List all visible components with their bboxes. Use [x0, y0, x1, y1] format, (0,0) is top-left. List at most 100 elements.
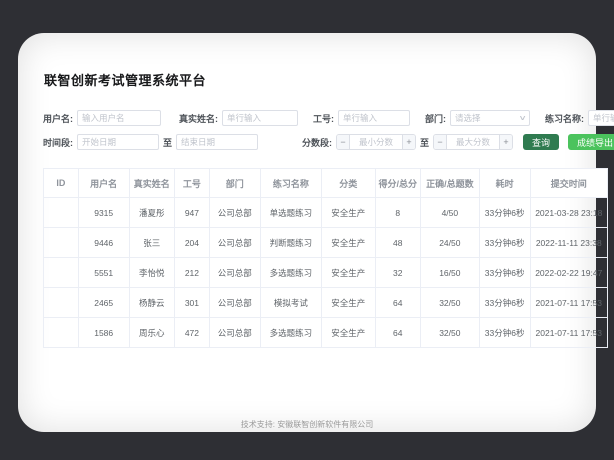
score-to-text: 至 — [420, 136, 429, 149]
table-cell: 判断题练习 — [260, 228, 321, 258]
chevron-down-icon: ∨ — [518, 114, 526, 122]
header-row: ID用户名真实姓名工号部门练习名称分类得分/总分正确/总题数耗时提交时间 — [44, 169, 608, 198]
column-header: 用户名 — [78, 169, 129, 198]
realname-label: 真实姓名: — [179, 112, 218, 125]
minus-icon[interactable]: − — [337, 135, 350, 149]
exercise-name-input[interactable] — [588, 110, 614, 126]
min-score-input[interactable] — [350, 135, 402, 149]
table-cell: 32 — [375, 258, 420, 288]
table-cell: 公司总部 — [209, 318, 260, 348]
date-to-text: 至 — [163, 136, 172, 149]
table-cell: 5551 — [78, 258, 129, 288]
table-cell: 8 — [375, 198, 420, 228]
exercise-name-label: 练习名称: — [545, 112, 584, 125]
department-select[interactable]: 请选择 ∨ — [450, 110, 530, 126]
table-cell: 33分钟6秒 — [479, 228, 530, 258]
column-header: 部门 — [209, 169, 260, 198]
table-cell: 公司总部 — [209, 228, 260, 258]
table-cell — [44, 288, 79, 318]
column-header: 工号 — [175, 169, 210, 198]
table-cell: 安全生产 — [322, 288, 375, 318]
table-cell — [44, 198, 79, 228]
filter-row-1: 用户名: 真实姓名: 工号: 部门: 请选择 ∨ 练习名称: — [43, 110, 591, 126]
username-label: 用户名: — [43, 112, 73, 125]
worknumber-field-group: 工号: — [313, 110, 410, 126]
table-cell: 2021-07-11 17:53 — [530, 288, 607, 318]
filter-row-2: 时间段: 至 分数段: − + 至 − + 查询 成绩 — [43, 134, 591, 150]
table-cell: 杨静云 — [129, 288, 174, 318]
table-cell: 204 — [175, 228, 210, 258]
table-cell: 32/50 — [420, 318, 479, 348]
table-row: 9446张三204公司总部判断题练习安全生产4824/5033分钟6秒2022-… — [44, 228, 608, 258]
worknumber-label: 工号: — [313, 112, 334, 125]
column-header: 正确/总题数 — [420, 169, 479, 198]
page-title: 联智创新考试管理系统平台 — [44, 70, 206, 89]
search-button[interactable]: 查询 — [523, 134, 559, 150]
table-cell: 张三 — [129, 228, 174, 258]
column-header: 得分/总分 — [375, 169, 420, 198]
export-results-button[interactable]: 成绩导出 — [568, 134, 614, 150]
column-header: 耗时 — [479, 169, 530, 198]
table-cell: 安全生产 — [322, 318, 375, 348]
department-select-placeholder: 请选择 — [455, 112, 481, 124]
max-score-input[interactable] — [447, 135, 499, 149]
max-score-stepper: − + — [433, 134, 513, 150]
column-header: ID — [44, 169, 79, 198]
username-input[interactable] — [77, 110, 161, 126]
worknumber-input[interactable] — [338, 110, 410, 126]
table-cell: 公司总部 — [209, 288, 260, 318]
table-cell: 2022-11-11 23:38 — [530, 228, 607, 258]
username-field-group: 用户名: — [43, 110, 161, 126]
table-cell: 64 — [375, 288, 420, 318]
table-cell: 33分钟6秒 — [479, 288, 530, 318]
table-cell: 安全生产 — [322, 228, 375, 258]
results-table-head: ID用户名真实姓名工号部门练习名称分类得分/总分正确/总题数耗时提交时间 — [44, 169, 608, 198]
department-label: 部门: — [425, 112, 446, 125]
end-date-input[interactable] — [176, 134, 258, 150]
table-cell — [44, 318, 79, 348]
main-card: 联智创新考试管理系统平台 用户名: 真实姓名: 工号: 部门: 请选择 ∨ — [18, 33, 596, 432]
score-range-label: 分数段: — [302, 136, 332, 149]
table-cell: 212 — [175, 258, 210, 288]
table-cell: 安全生产 — [322, 198, 375, 228]
start-date-input[interactable] — [77, 134, 159, 150]
table-cell — [44, 258, 79, 288]
time-range-field-group: 时间段: 至 — [43, 134, 258, 150]
table-row: 9315潘夏彤947公司总部单选题练习安全生产84/5033分钟6秒2021-0… — [44, 198, 608, 228]
score-range-field-group: 分数段: − + 至 − + — [302, 134, 513, 150]
column-header: 练习名称 — [260, 169, 321, 198]
table-cell: 模拟考试 — [260, 288, 321, 318]
table-cell: 33分钟6秒 — [479, 198, 530, 228]
table-cell: 1586 — [78, 318, 129, 348]
table-cell: 4/50 — [420, 198, 479, 228]
table-cell: 安全生产 — [322, 258, 375, 288]
table-cell: 472 — [175, 318, 210, 348]
table-cell: 周乐心 — [129, 318, 174, 348]
table-cell: 2465 — [78, 288, 129, 318]
plus-icon[interactable]: + — [402, 135, 415, 149]
table-cell: 多选题练习 — [260, 258, 321, 288]
table-cell: 单选题练习 — [260, 198, 321, 228]
min-score-stepper: − + — [336, 134, 416, 150]
plus-icon[interactable]: + — [499, 135, 512, 149]
realname-field-group: 真实姓名: — [179, 110, 298, 126]
table-cell: 32/50 — [420, 288, 479, 318]
minus-icon[interactable]: − — [434, 135, 447, 149]
table-cell: 48 — [375, 228, 420, 258]
table-cell: 公司总部 — [209, 258, 260, 288]
table-cell: 24/50 — [420, 228, 479, 258]
table-cell: 9315 — [78, 198, 129, 228]
table-cell: 301 — [175, 288, 210, 318]
support-footer: 技术支持: 安徽联智创新软件有限公司 — [18, 419, 596, 430]
table-cell: 2022-02-22 19:47 — [530, 258, 607, 288]
column-header: 分类 — [322, 169, 375, 198]
table-cell: 64 — [375, 318, 420, 348]
department-field-group: 部门: 请选择 ∨ — [425, 110, 530, 126]
realname-input[interactable] — [222, 110, 298, 126]
table-row: 2465杨静云301公司总部模拟考试安全生产6432/5033分钟6秒2021-… — [44, 288, 608, 318]
column-header: 提交时间 — [530, 169, 607, 198]
table-cell: 33分钟6秒 — [479, 318, 530, 348]
results-table: ID用户名真实姓名工号部门练习名称分类得分/总分正确/总题数耗时提交时间 931… — [43, 168, 608, 348]
table-cell: 947 — [175, 198, 210, 228]
table-cell: 公司总部 — [209, 198, 260, 228]
